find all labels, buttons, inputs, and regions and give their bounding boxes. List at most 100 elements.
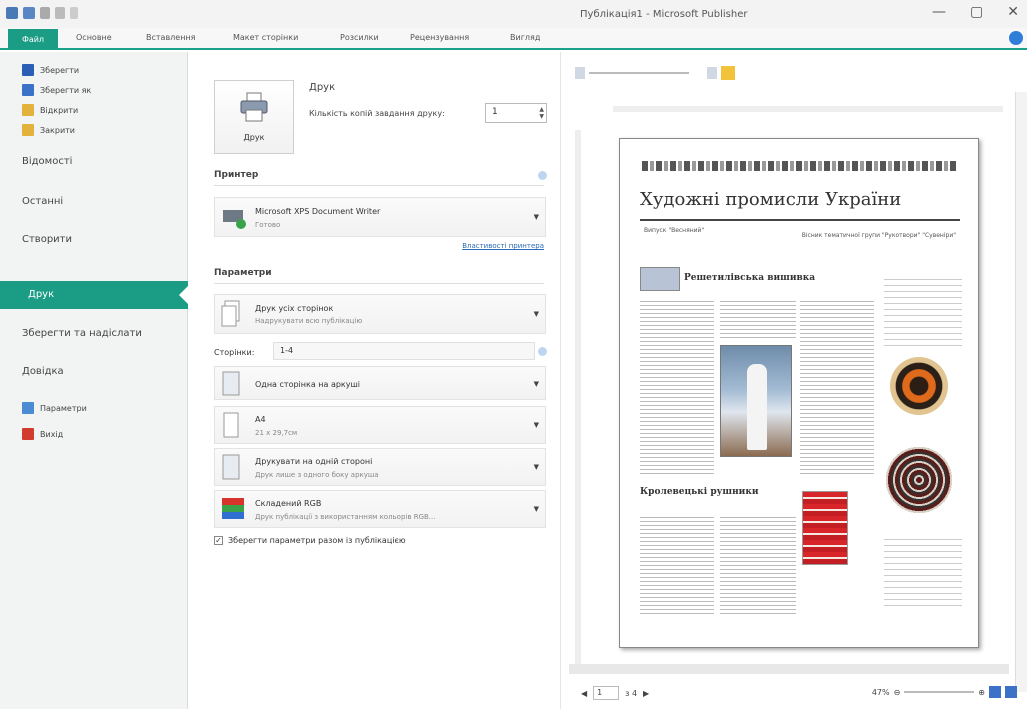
nav-open-label: Відкрити [40,105,79,115]
publication-title: Художні промисли України [640,189,902,210]
ornament-border [642,161,958,171]
dropdown-arrow-icon: ▼ [533,380,539,388]
print-preview: Художні промисли України Випуск "Весняни… [560,52,1027,709]
dropdown-arrow-icon: ▼ [533,213,539,221]
tab-page-layout[interactable]: Макет сторінки [233,33,298,42]
page-navigator: ◀ 1 з 4 ▶ [581,686,649,700]
minimize-button[interactable]: — [932,4,946,20]
horizontal-scrollbar[interactable] [569,664,1009,674]
text-column [640,517,714,617]
vertical-scrollbar[interactable] [1015,92,1027,692]
divider [214,283,544,284]
customize-toolbar-icon[interactable] [70,7,78,19]
save-settings-checkbox[interactable]: ✓ Зберегти параметри разом із публікаціє… [214,536,406,545]
nav-exit[interactable]: Вихід [22,428,63,440]
paper-size-subtitle: 21 x 29,7см [255,429,298,437]
duplex-title: Друкувати на одній стороні [255,457,373,466]
exit-icon [22,428,34,440]
tab-mailings[interactable]: Розсилки [340,33,379,42]
zoom-level: 47% [871,687,890,697]
ruler-toggle-icon[interactable] [721,66,735,80]
horizontal-ruler [613,106,1003,112]
copies-spinner-icon[interactable]: ▲ ▼ [539,106,544,120]
zoom-footer: 47% ⊖ ⊕ [872,686,1017,698]
redo-icon[interactable] [55,7,65,19]
nav-info[interactable]: Відомості [22,156,72,167]
view-options-icon[interactable] [1005,686,1017,698]
printer-dropdown[interactable]: Microsoft XPS Document Writer Готово ▼ [214,197,546,237]
sidebar-text [884,279,962,349]
nav-help[interactable]: Довідка [22,366,64,377]
single-page-icon[interactable] [575,67,585,79]
close-button[interactable]: ✕ [1007,4,1019,20]
nav-new[interactable]: Створити [22,234,72,245]
nav-save-as[interactable]: Зберегти як [22,84,91,96]
zoom-in-icon[interactable]: ⊕ [978,688,985,697]
color-title: Складений RGB [255,499,322,508]
zoom-slider[interactable] [904,691,975,693]
maximize-button[interactable]: ▢ [970,4,983,20]
color-dropdown[interactable]: Складений RGB Друк публікації з використ… [214,490,546,528]
duplex-dropdown[interactable]: Друкувати на одній стороні Друк лише з о… [214,448,546,486]
nav-print[interactable]: Друк [0,281,189,309]
rgb-color-icon [222,498,244,519]
nav-save-label: Зберегти [40,65,80,75]
print-range-dropdown[interactable]: Друк усіх сторінок Надрукувати всю публі… [214,294,546,334]
zoom-out-icon[interactable]: ⊖ [894,688,901,697]
previous-page-icon[interactable]: ◀ [581,689,587,698]
tab-home[interactable]: Основне [76,33,112,42]
figure-silhouette [747,364,767,450]
nav-print-label: Друк [28,289,55,300]
nav-save-send[interactable]: Зберегти та надіслати [22,328,142,339]
text-column [800,301,874,477]
paper-icon [223,412,239,438]
print-settings-panel: Друк Друк Кількість копій завдання друку… [188,52,560,709]
divider [214,185,544,186]
help-icon[interactable] [1009,31,1023,45]
window-controls: — ▢ ✕ [932,4,1019,20]
paper-size-dropdown[interactable]: A4 21 x 29,7см ▼ [214,406,546,444]
zoom-slider[interactable] [589,72,689,74]
quick-access-toolbar [6,7,78,19]
fit-page-icon[interactable] [989,686,1001,698]
pages-label: Сторінки: [214,348,255,357]
pages-per-sheet-dropdown[interactable]: Одна сторінка на аркуші ▼ [214,366,546,400]
paper-size-title: A4 [255,415,266,424]
backstage-nav: Зберегти Зберегти як Відкрити Закрити Ві… [0,52,189,709]
publication-issue: Випуск "Весняний" [644,227,705,234]
copies-value: 1 [492,107,498,117]
nav-options[interactable]: Параметри [22,402,87,414]
pages-input[interactable]: 1-4 [273,342,535,360]
printer-properties-link[interactable]: Властивості принтера [462,242,544,250]
print-button-label: Друк [243,133,265,142]
nav-recent[interactable]: Останні [22,196,63,207]
tab-review[interactable]: Рецензування [410,33,469,42]
undo-icon[interactable] [40,7,50,19]
nav-close-label: Закрити [40,125,75,135]
tab-view[interactable]: Вигляд [510,33,540,42]
save-icon[interactable] [23,7,35,19]
printer-status: Готово [255,221,281,229]
printer-icon [240,92,268,122]
next-page-icon[interactable]: ▶ [643,689,649,698]
one-sided-icon [222,454,240,480]
nav-open[interactable]: Відкрити [22,104,78,116]
settings-heading: Параметри [214,268,272,278]
tab-insert[interactable]: Вставлення [146,33,195,42]
nav-exit-label: Вихід [40,429,64,439]
article-title: Решетилівська вишивка [684,273,816,283]
save-settings-label: Зберегти параметри разом із публікацією [228,536,406,545]
tab-file[interactable]: Файл [8,29,58,49]
nav-close[interactable]: Закрити [22,124,75,136]
page-number-input[interactable]: 1 [593,686,620,700]
checkmark-icon: ✓ [214,536,223,545]
copies-input[interactable]: 1 ▲ ▼ [485,103,547,123]
multi-page-icon[interactable] [707,67,717,79]
nav-save[interactable]: Зберегти [22,64,79,76]
print-button[interactable]: Друк [214,80,294,154]
info-icon[interactable] [538,347,547,356]
article-title: Кролевецькі рушники [640,487,759,497]
info-icon[interactable] [538,171,547,180]
close-folder-icon [22,124,34,136]
towel-photo [802,491,848,565]
